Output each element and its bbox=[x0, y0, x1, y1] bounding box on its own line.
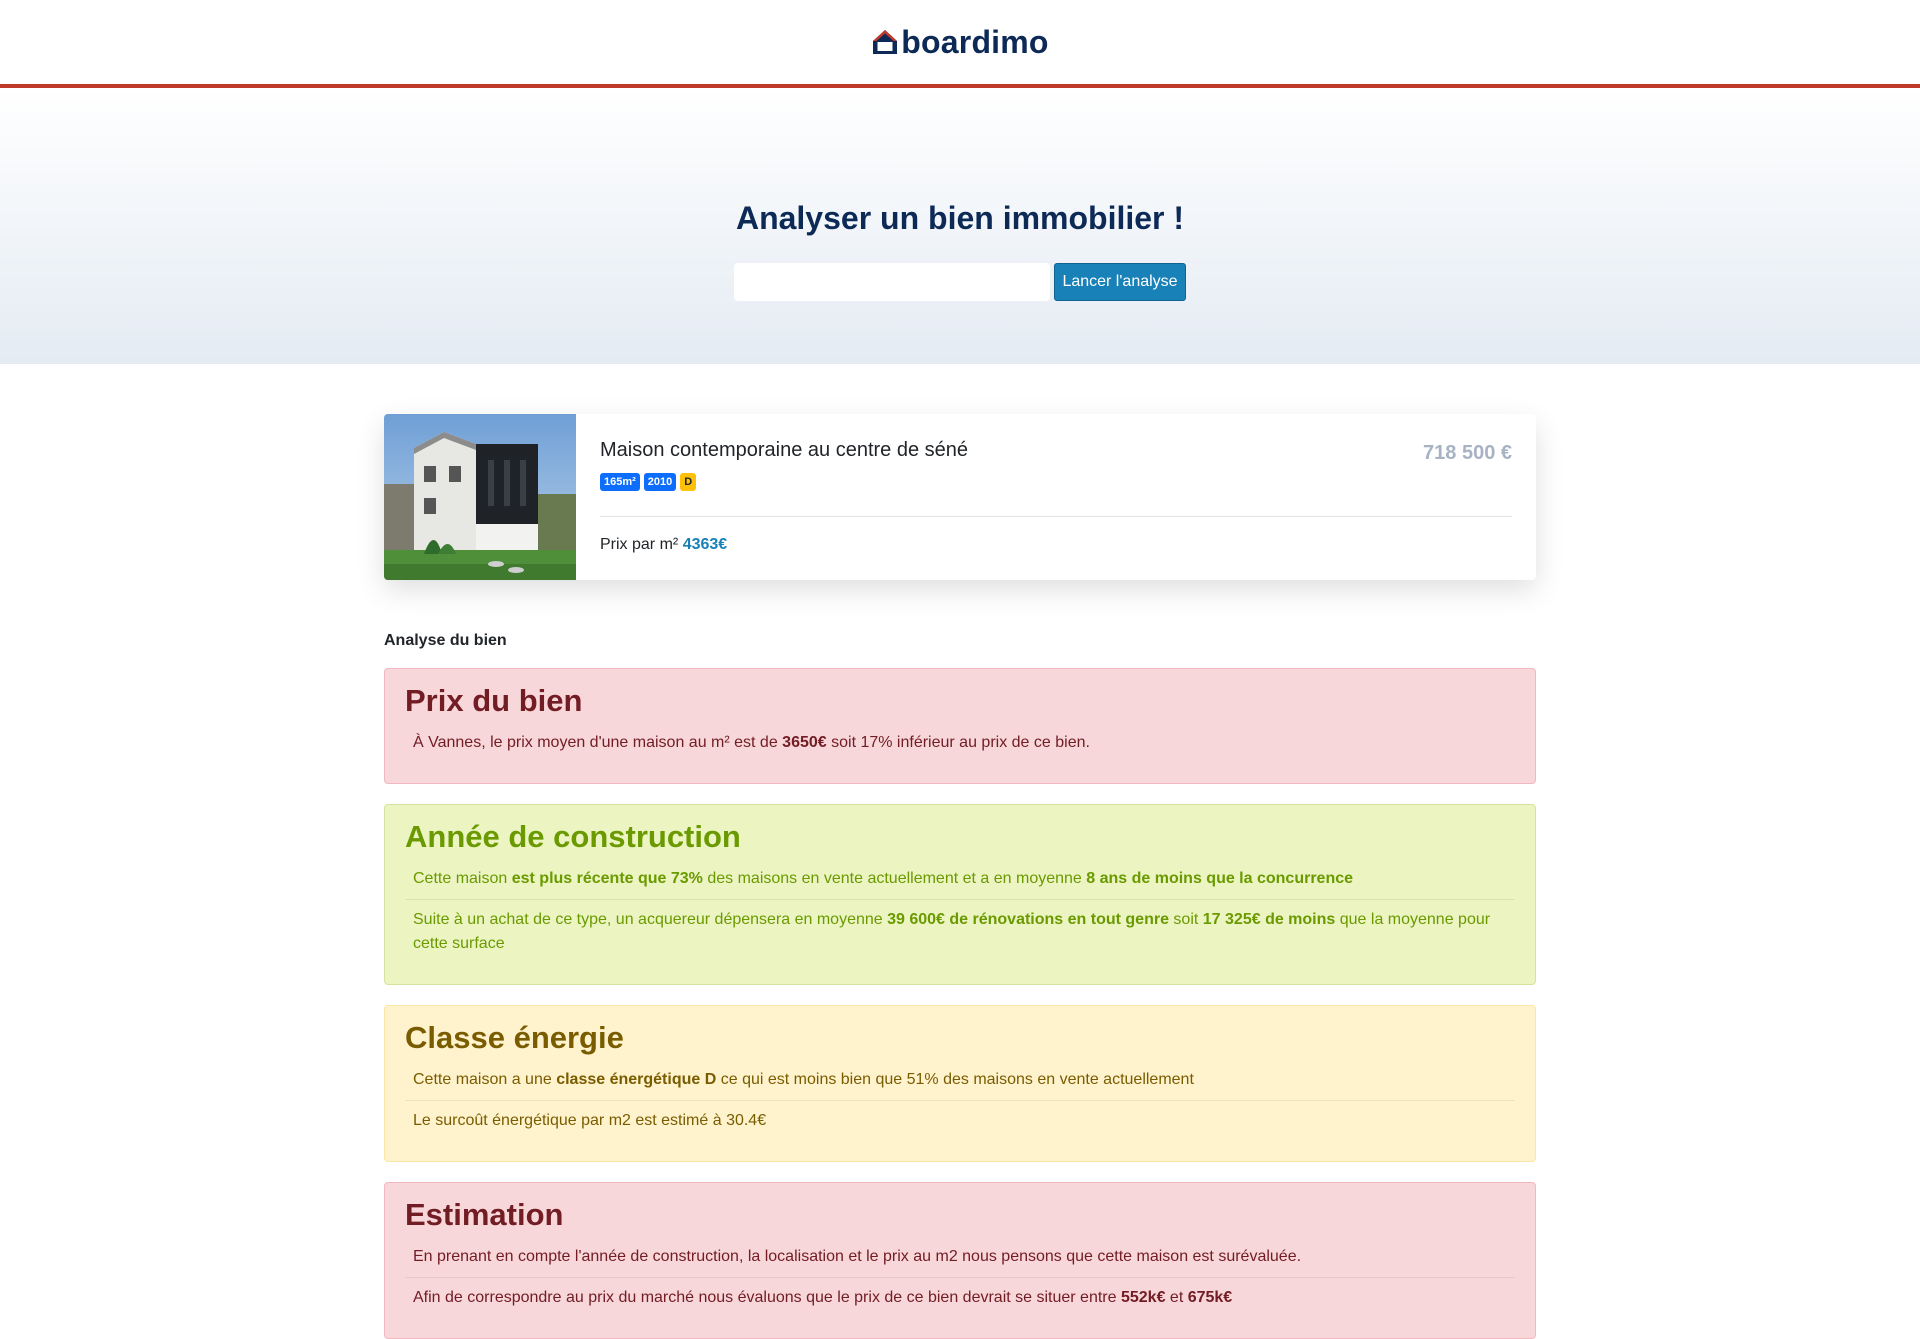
construction-year-text-2: Suite à un achat de ce type, un acquereu… bbox=[405, 899, 1515, 964]
energy-class-text-2: Le surcoût énergétique par m2 est estimé… bbox=[405, 1100, 1515, 1141]
estimation-text-1: En prenant en compte l'année de construc… bbox=[413, 1248, 1302, 1265]
hero-section: Analyser un bien immobilier ! Lancer l'a… bbox=[0, 88, 1920, 364]
launch-analysis-button[interactable]: Lancer l'analyse bbox=[1054, 263, 1186, 301]
construction-year-title: Année de construction bbox=[405, 819, 741, 854]
brand-logo[interactable]: boardimo bbox=[871, 24, 1048, 61]
surface-badge: 165m² bbox=[600, 473, 640, 491]
energy-class-text-1: Cette maison a une classe énergétique D … bbox=[413, 1071, 1194, 1088]
energy-class-badge: D bbox=[680, 473, 697, 491]
property-badges: 165m² 2010 D bbox=[600, 473, 697, 491]
price-analysis-alert: Prix du bien À Vannes, le prix moyen d'u… bbox=[384, 668, 1536, 784]
listing-url-input[interactable] bbox=[734, 263, 1051, 301]
price-per-m2-value: 4363€ bbox=[682, 536, 728, 553]
property-price: 718 500 € bbox=[1423, 442, 1512, 464]
analysis-section-label: Analyse du bien bbox=[384, 632, 507, 649]
analysis-form: Lancer l'analyse bbox=[734, 263, 1186, 301]
estimation-title: Estimation bbox=[405, 1197, 564, 1232]
card-divider bbox=[600, 516, 1512, 517]
energy-class-alert: Classe énergie Cette maison a une classe… bbox=[384, 1005, 1536, 1162]
property-info: Maison contemporaine au centre de séné 7… bbox=[576, 414, 1536, 580]
price-analysis-title: Prix du bien bbox=[405, 683, 583, 718]
property-card[interactable]: Maison contemporaine au centre de séné 7… bbox=[384, 414, 1536, 580]
price-per-m2: Prix par m² 4363€ bbox=[600, 536, 727, 554]
year-badge: 2010 bbox=[643, 473, 677, 491]
energy-class-title: Classe énergie bbox=[405, 1020, 624, 1055]
property-title: Maison contemporaine au centre de séné bbox=[600, 439, 969, 461]
price-analysis-text: À Vannes, le prix moyen d'une maison au … bbox=[413, 734, 1090, 751]
main-content: Maison contemporaine au centre de séné 7… bbox=[384, 364, 1536, 1339]
house-logo-icon bbox=[873, 30, 898, 54]
construction-year-alert: Année de construction Cette maison est p… bbox=[384, 804, 1536, 985]
estimation-text-2: Afin de correspondre au prix du marché n… bbox=[405, 1277, 1515, 1318]
estimation-alert: Estimation En prenant en compte l'année … bbox=[384, 1182, 1536, 1339]
house-photo bbox=[384, 414, 576, 580]
construction-year-text-1: Cette maison est plus récente que 73% de… bbox=[413, 870, 1354, 887]
hero-title: Analyser un bien immobilier ! bbox=[735, 200, 1185, 236]
brand-name: boardimo bbox=[901, 23, 1049, 60]
price-per-m2-label: Prix par m² bbox=[600, 536, 679, 553]
top-navbar: boardimo bbox=[0, 0, 1920, 88]
